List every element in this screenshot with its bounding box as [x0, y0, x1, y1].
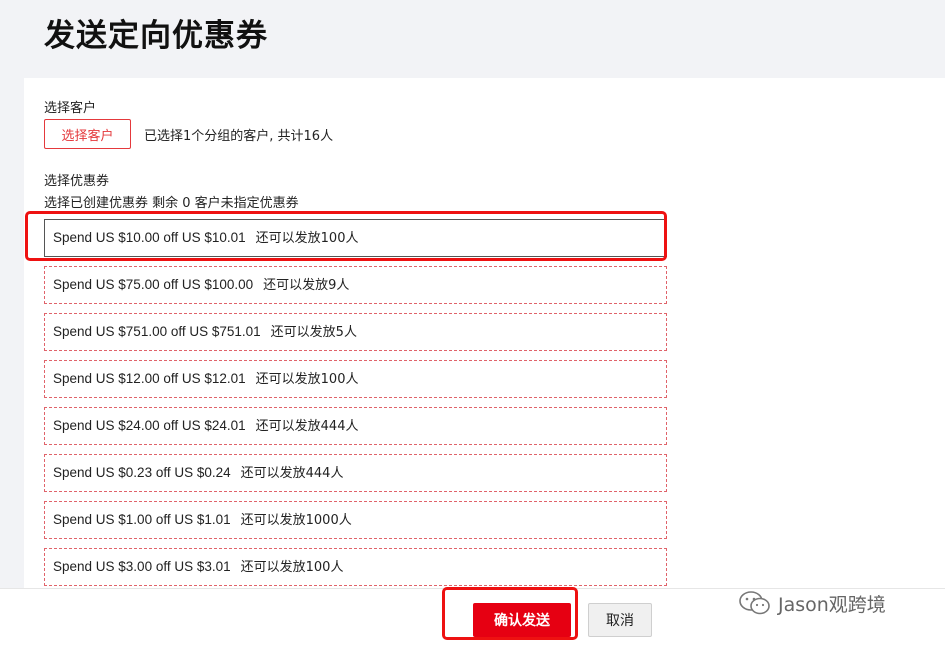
- coupon-remain: 还可以发放444人: [240, 466, 344, 481]
- coupon-option[interactable]: Spend US $75.00 off US $100.00 还可以发放9人: [44, 266, 667, 304]
- customer-section-label: 选择客户: [44, 101, 97, 116]
- customer-selection-info: 已选择1个分组的客户, 共计16人: [144, 129, 334, 144]
- coupon-name: Spend US $751.00 off US $751.01: [53, 324, 261, 339]
- coupon-remain: 还可以发放9人: [263, 278, 350, 293]
- cancel-button[interactable]: 取消: [588, 603, 652, 637]
- coupon-name: Spend US $75.00 off US $100.00: [53, 277, 254, 292]
- coupon-name: Spend US $12.00 off US $12.01: [53, 371, 246, 386]
- coupon-section-label: 选择优惠券: [44, 174, 110, 189]
- confirm-send-button[interactable]: 确认发送: [473, 603, 571, 637]
- coupon-remain: 还可以发放100人: [255, 231, 359, 246]
- select-customer-button[interactable]: 选择客户: [44, 119, 131, 149]
- wechat-icon: [739, 591, 770, 615]
- coupon-option[interactable]: Spend US $1.00 off US $1.01 还可以发放1000人: [44, 501, 667, 539]
- coupon-remain: 还可以发放100人: [240, 560, 344, 575]
- coupon-option[interactable]: Spend US $0.23 off US $0.24 还可以发放444人: [44, 454, 667, 492]
- main-panel: 选择客户 选择客户 已选择1个分组的客户, 共计16人 选择优惠券 选择已创建优…: [24, 78, 945, 588]
- coupon-remain: 还可以发放100人: [255, 372, 359, 387]
- coupon-option[interactable]: Spend US $3.00 off US $3.01 还可以发放100人: [44, 548, 667, 586]
- coupon-option[interactable]: Spend US $10.00 off US $10.01 还可以发放100人: [44, 219, 667, 257]
- coupon-remain: 还可以发放5人: [270, 325, 357, 340]
- coupon-name: Spend US $24.00 off US $24.01: [53, 418, 246, 433]
- coupon-name: Spend US $3.00 off US $3.01: [53, 559, 231, 574]
- coupon-option[interactable]: Spend US $24.00 off US $24.01 还可以发放444人: [44, 407, 667, 445]
- coupon-option[interactable]: Spend US $751.00 off US $751.01 还可以发放5人: [44, 313, 667, 351]
- watermark: Jason观跨境: [738, 589, 886, 617]
- coupon-option[interactable]: Spend US $12.00 off US $12.01 还可以发放100人: [44, 360, 667, 398]
- coupon-sub-label: 选择已创建优惠券 剩余 0 客户未指定优惠券: [44, 196, 299, 211]
- coupon-name: Spend US $0.23 off US $0.24: [53, 465, 231, 480]
- page-title: 发送定向优惠券: [44, 18, 268, 54]
- watermark-text: Jason观跨境: [778, 593, 886, 616]
- coupon-remain: 还可以发放444人: [255, 419, 359, 434]
- coupon-remain: 还可以发放1000人: [240, 513, 352, 528]
- coupon-name: Spend US $10.00 off US $10.01: [53, 230, 246, 245]
- coupon-name: Spend US $1.00 off US $1.01: [53, 512, 231, 527]
